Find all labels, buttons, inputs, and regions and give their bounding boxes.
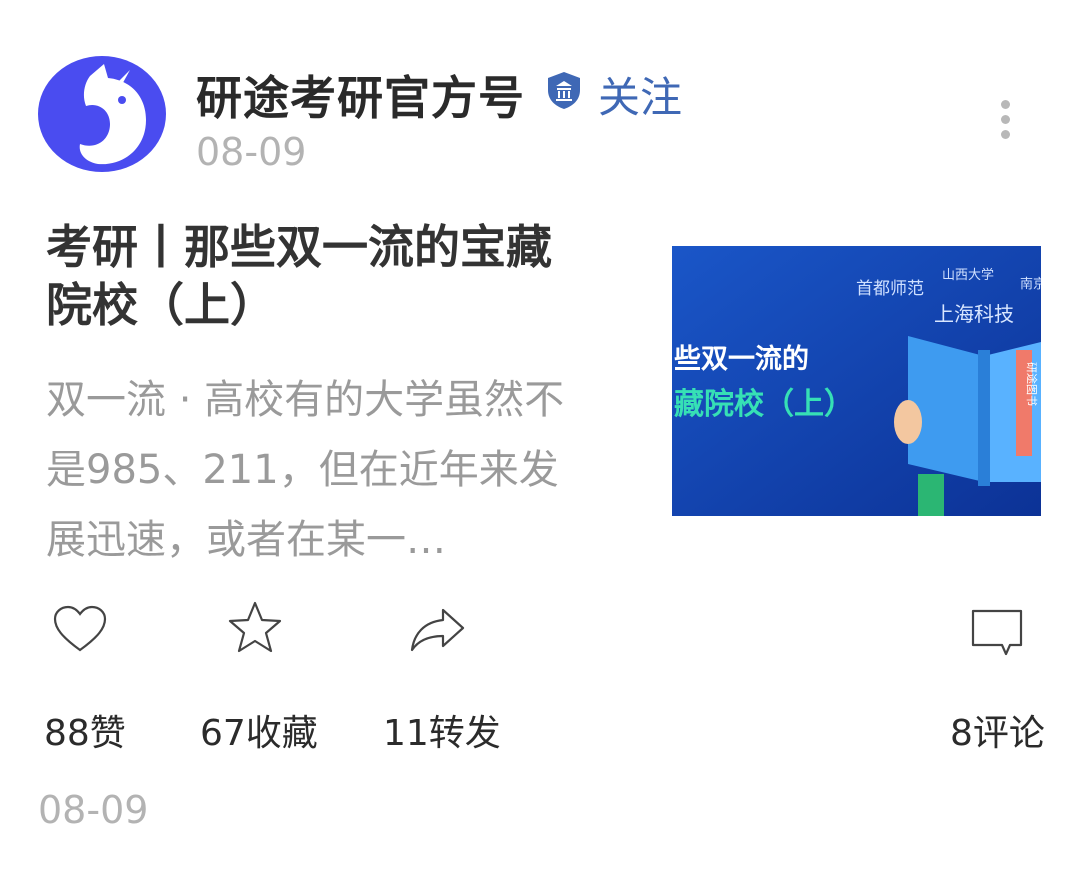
like-count[interactable]: 88赞 <box>44 704 126 756</box>
article-title[interactable]: 考研丨那些双一流的宝藏院校（上） <box>46 218 586 334</box>
comment-bubble-icon[interactable] <box>970 608 1024 658</box>
unicorn-logo-avatar[interactable] <box>38 56 166 172</box>
more-vertical-icon[interactable] <box>990 100 1020 140</box>
article-summary[interactable]: 双一流 · 高校有的大学虽然不是985、211，但在近年来发展迅速，或者在某一… <box>46 365 586 575</box>
comment-count[interactable]: 8评论 <box>950 704 1045 756</box>
thumb-school-2: 山西大学 <box>942 267 994 283</box>
share-forward-icon[interactable] <box>410 606 466 652</box>
account-name[interactable]: 研途考研官方号 <box>196 62 525 128</box>
share-count[interactable]: 11转发 <box>383 704 501 756</box>
thumb-school-3: 南京 <box>1020 276 1041 292</box>
thumb-headline-line2: 藏院校（上） <box>674 387 854 422</box>
post-date: 08-09 <box>196 130 307 174</box>
thumb-headline-line1: 些双一流的 <box>674 343 809 375</box>
thumb-book-spine: 研途图书 <box>1025 362 1039 406</box>
favorite-star-icon[interactable] <box>226 600 284 654</box>
like-heart-icon[interactable] <box>52 604 108 654</box>
article-thumbnail[interactable]: 首都师范 山西大学 南京 上海科技 研途图书 些双一流的 藏院校（上） <box>672 246 1041 516</box>
thumb-school-1: 首都师范 <box>856 279 924 299</box>
shield-bank-icon <box>548 72 580 109</box>
thumb-school-4: 上海科技 <box>934 302 1014 326</box>
follow-button[interactable]: 关注 <box>598 64 682 125</box>
favorite-count[interactable]: 67收藏 <box>200 704 318 756</box>
footer-date: 08-09 <box>38 788 149 832</box>
